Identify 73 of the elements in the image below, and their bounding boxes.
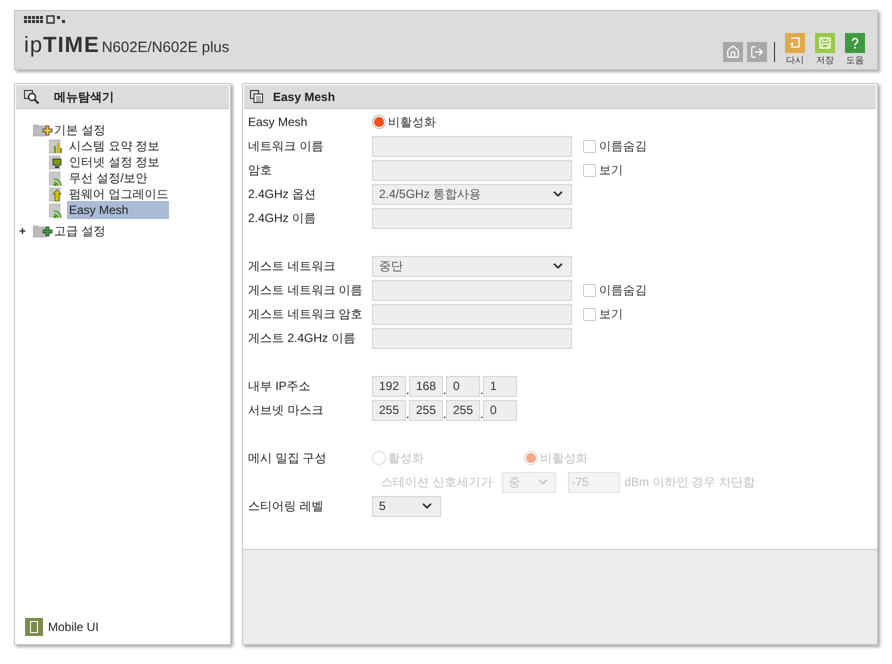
up-arrow-icon	[49, 186, 64, 202]
home-button[interactable]	[723, 42, 743, 62]
tree-item[interactable]: 펌웨어 업그레이드	[67, 185, 170, 203]
field-label: 메시 밀집 구성	[248, 450, 328, 467]
brand-logo: ipTIME	[24, 34, 100, 56]
field-label: 암호	[248, 162, 273, 179]
sidebar-header: 메뉴탐색기	[16, 85, 229, 109]
field-label: 네트워크 이름	[248, 138, 324, 155]
checkbox[interactable]: 보기	[583, 161, 623, 179]
monitor-icon	[49, 154, 64, 170]
checkbox[interactable]: 보기	[583, 305, 623, 323]
field-label: 게스트 네트워크 이름	[248, 282, 364, 299]
mobile-ui-link[interactable]: Mobile UI	[48, 618, 99, 636]
checkbox[interactable]: 이름숨김	[583, 137, 647, 155]
toolbar-button[interactable]: 저장	[812, 33, 838, 66]
input-field[interactable]	[372, 304, 572, 324]
wireless-icon	[49, 170, 64, 186]
ip-octet-field[interactable]: 255	[446, 400, 480, 420]
bar-chart-icon	[49, 138, 64, 154]
ip-octet-field[interactable]: 168	[409, 376, 443, 396]
tree-item[interactable]: 고급 설정	[54, 222, 106, 240]
dropdown[interactable]: 중단	[372, 256, 572, 276]
windows-icon	[250, 90, 263, 103]
folder-icon	[33, 224, 53, 238]
dropdown[interactable]: 5	[372, 496, 441, 516]
model-name: N602E/N602E plus	[102, 38, 230, 58]
field-label: 2.4GHz 이름	[248, 210, 318, 227]
tree-item[interactable]: Easy Mesh	[67, 201, 169, 219]
field-label: Easy Mesh	[248, 114, 308, 131]
input-field[interactable]	[372, 280, 572, 300]
threshold-unit: dBm 이하인 경우 차단함	[624, 474, 756, 491]
field-label: 스티어링 레벨	[248, 498, 324, 515]
logout-button[interactable]	[747, 42, 767, 62]
field-label: 게스트 네트워크 암호	[248, 306, 364, 323]
dot-separator: .	[443, 382, 446, 396]
toolbar-button[interactable]: 도움	[842, 33, 868, 66]
dot-separator: .	[406, 382, 409, 396]
help-icon	[845, 33, 865, 53]
tree-item[interactable]: 시스템 요약 정보	[67, 137, 162, 155]
ip-octet-field[interactable]: 192	[372, 376, 406, 396]
input-field[interactable]	[372, 208, 572, 228]
field-label: 게스트 2.4GHz 이름	[248, 330, 356, 347]
folder-icon	[33, 123, 53, 137]
radio-button[interactable]: 비활성화	[372, 113, 436, 131]
dot-separator: .	[480, 382, 483, 396]
tree-item[interactable]: 인터넷 설정 정보	[67, 153, 162, 171]
undo-icon	[785, 33, 805, 53]
ip-octet-field[interactable]: 0	[446, 376, 480, 396]
input-field[interactable]	[372, 328, 572, 348]
input-field[interactable]	[372, 160, 572, 180]
field-label: 서브넷 마스크	[248, 402, 324, 419]
field-label: 2.4GHz 옵션	[248, 186, 318, 203]
tree-item[interactable]: 기본 설정	[54, 121, 106, 139]
ip-octet-field[interactable]: 255	[409, 400, 443, 420]
search-icon	[24, 90, 40, 104]
ip-octet-field[interactable]: 0	[483, 400, 517, 420]
dot-separator: .	[443, 406, 446, 420]
toolbar-button[interactable]: 다시	[782, 33, 808, 66]
dot-separator: .	[406, 406, 409, 420]
ip-octet-field[interactable]: 1	[483, 376, 517, 396]
field-label: 내부 IP주소	[248, 378, 312, 395]
expand-toggle[interactable]: +	[19, 225, 26, 237]
field-label: 게스트 네트워크	[248, 258, 336, 275]
ip-octet-field[interactable]: 255	[372, 400, 406, 420]
panel-header: Easy Mesh	[244, 85, 876, 109]
checkbox[interactable]: 이름숨김	[583, 281, 647, 299]
wireless-icon	[49, 202, 64, 218]
dropdown[interactable]: 2.4/5GHz 통합사용	[372, 184, 572, 204]
threshold-label: 스테이션 신호세기가	[381, 474, 492, 491]
dot-separator: .	[480, 406, 483, 420]
tree-item[interactable]: 무선 설정/보안	[67, 169, 150, 187]
input-field[interactable]	[372, 136, 572, 156]
phone-icon	[25, 618, 43, 636]
